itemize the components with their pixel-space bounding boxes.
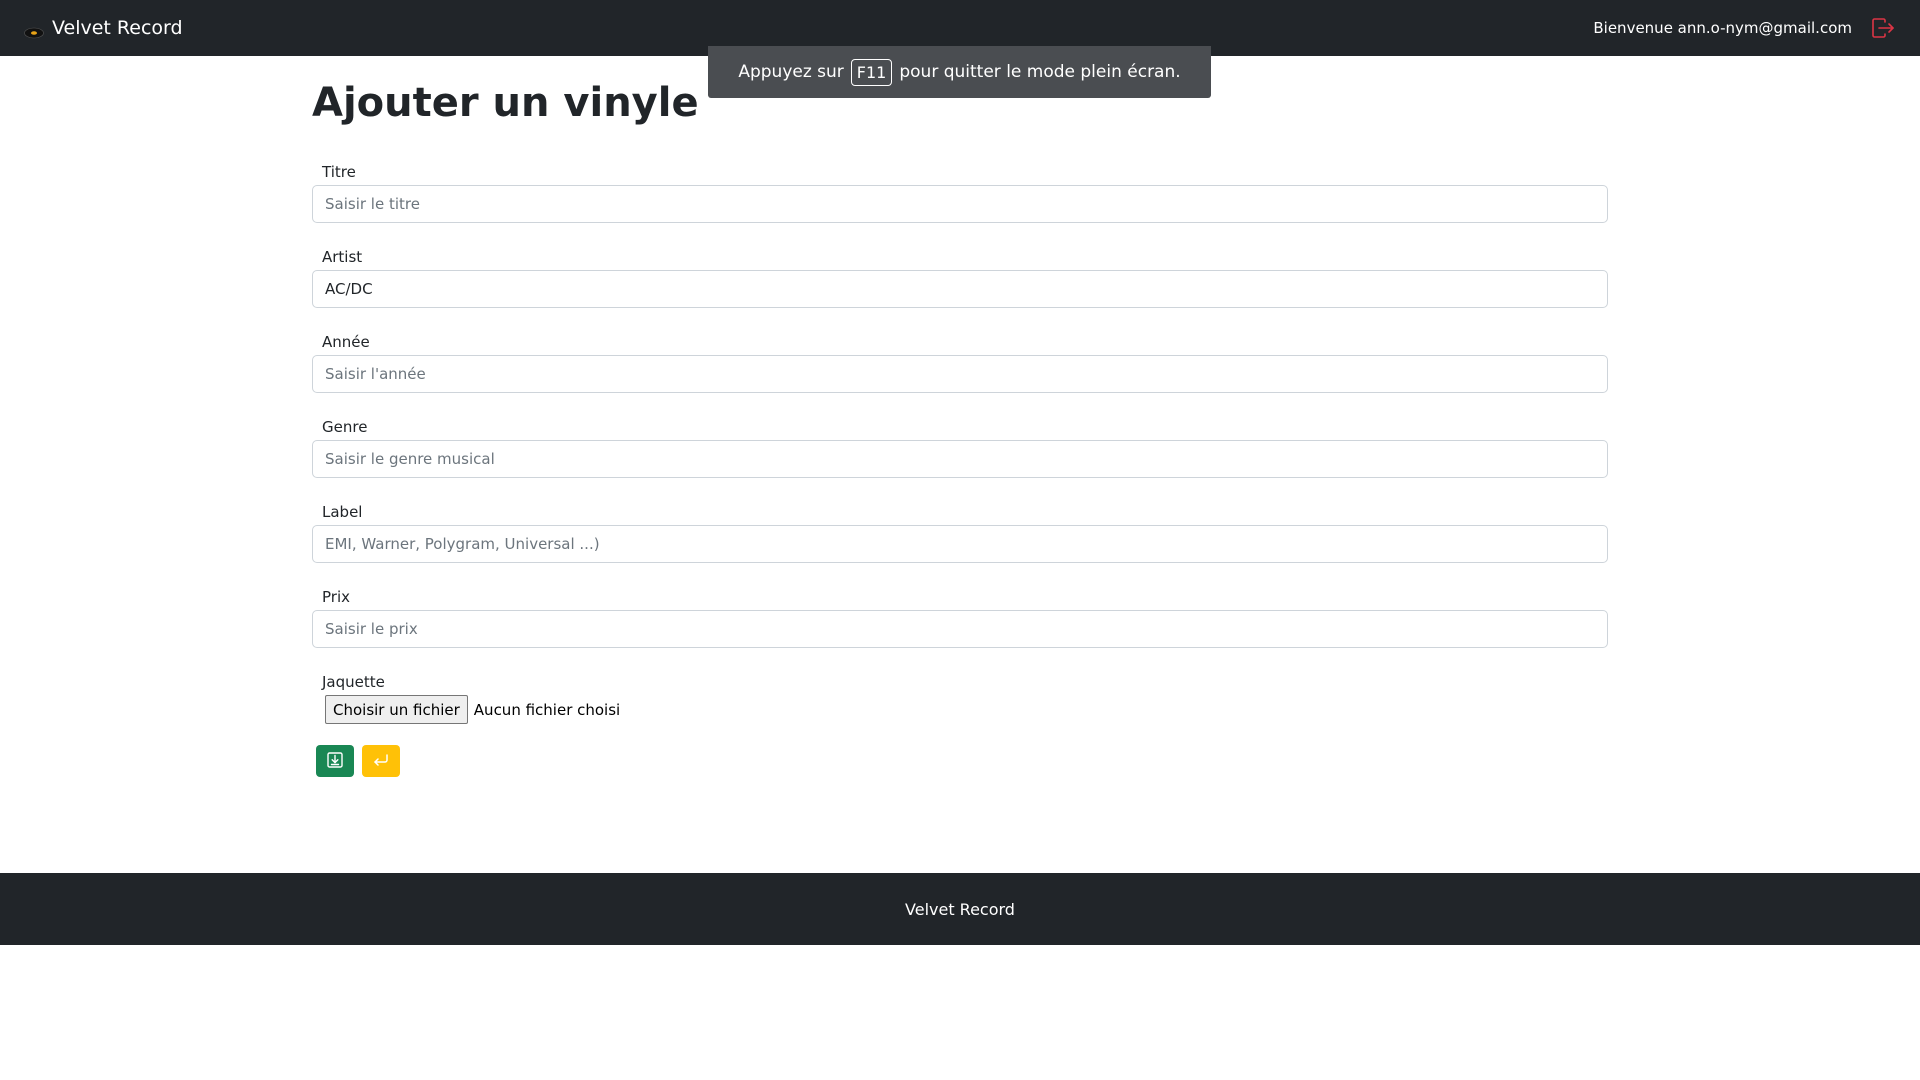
brand-link[interactable]: Velvet Record	[24, 17, 183, 39]
file-picker: Choisir un fichier Aucun fichier choisi	[312, 695, 1608, 724]
field-jaquette: Jaquette Choisir un fichier Aucun fichie…	[312, 673, 1608, 724]
main-content: Ajouter un vinyle Titre Artist Année Gen…	[312, 56, 1608, 777]
brand-name: Velvet Record	[52, 17, 183, 39]
annee-label: Année	[322, 333, 370, 351]
artist-label: Artist	[322, 248, 363, 266]
welcome-text: Bienvenue ann.o-nym@gmail.com	[1593, 19, 1852, 37]
return-icon	[371, 752, 391, 771]
add-vinyl-form: Titre Artist Année Genre Label Prix Jaqu…	[312, 163, 1608, 777]
user-area: Bienvenue ann.o-nym@gmail.com	[1593, 15, 1896, 41]
page-title: Ajouter un vinyle	[312, 80, 699, 126]
jaquette-label: Jaquette	[322, 673, 385, 691]
logout-icon[interactable]	[1870, 15, 1896, 41]
file-status: Aucun fichier choisi	[473, 700, 621, 719]
return-button[interactable]	[362, 745, 400, 777]
prix-input[interactable]	[312, 610, 1608, 648]
prix-label: Prix	[322, 588, 350, 606]
titre-input[interactable]	[312, 185, 1608, 223]
label-label: Label	[322, 503, 363, 521]
save-icon	[326, 751, 344, 772]
vinyl-logo-icon	[24, 22, 44, 39]
save-button[interactable]	[316, 745, 354, 777]
choose-file-button[interactable]: Choisir un fichier	[325, 695, 468, 724]
titre-label: Titre	[322, 163, 356, 181]
label-input[interactable]	[312, 525, 1608, 563]
form-actions	[312, 745, 1608, 777]
annee-input[interactable]	[312, 355, 1608, 393]
genre-input[interactable]	[312, 440, 1608, 478]
field-artist: Artist	[312, 248, 1608, 308]
artist-input[interactable]	[312, 270, 1608, 308]
genre-label: Genre	[322, 418, 368, 436]
footer: Velvet Record	[0, 873, 1920, 945]
field-prix: Prix	[312, 588, 1608, 648]
field-titre: Titre	[312, 163, 1608, 223]
field-annee: Année	[312, 333, 1608, 393]
field-label: Label	[312, 503, 1608, 563]
field-genre: Genre	[312, 418, 1608, 478]
footer-text: Velvet Record	[905, 899, 1015, 919]
